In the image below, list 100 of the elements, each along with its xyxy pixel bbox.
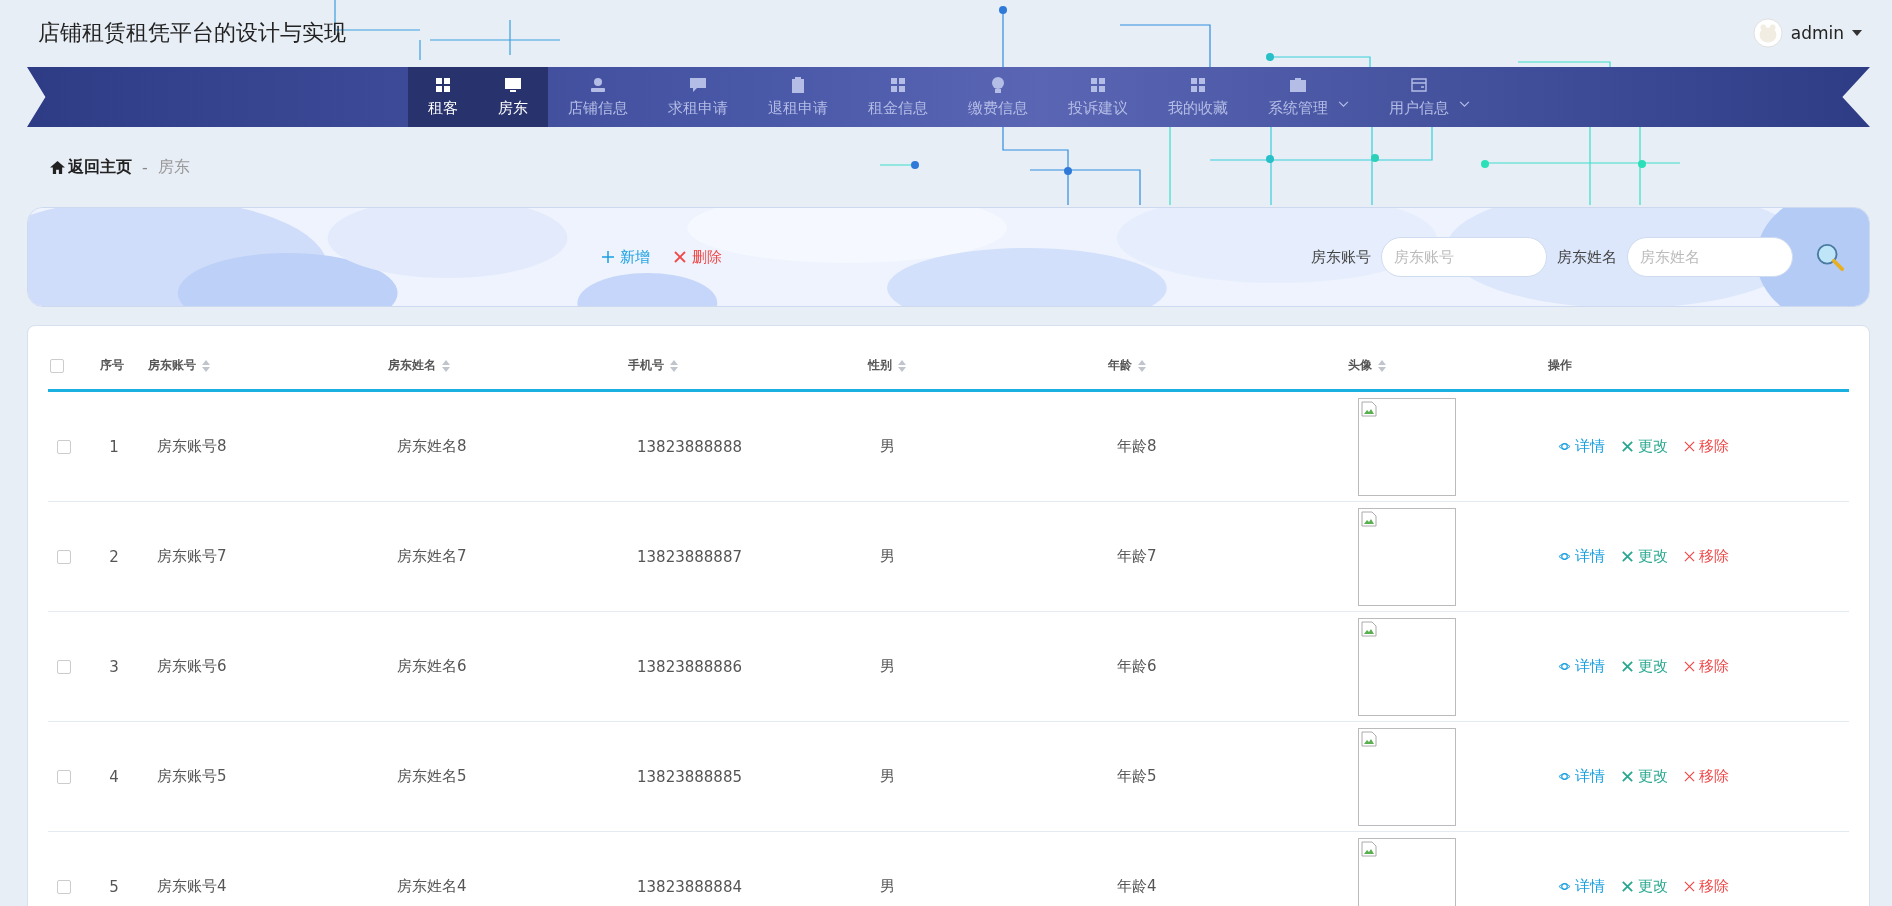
- remove-button[interactable]: 移除: [1684, 657, 1729, 676]
- search-field[interactable]: 房东账号: [1381, 237, 1547, 277]
- search-icon[interactable]: [1815, 242, 1845, 272]
- table-cell-text: 房东账号5: [156, 767, 228, 786]
- edit-button[interactable]: 更改: [1621, 437, 1668, 456]
- grid-icon: [1189, 76, 1206, 93]
- home-link[interactable]: 返回主页: [50, 156, 132, 178]
- lightbulb-icon: [989, 76, 1006, 93]
- table-cell-text: 男: [879, 767, 896, 786]
- table-cell-text: 13823888887: [636, 547, 743, 566]
- table-cell-text: 房东姓名7: [396, 547, 468, 566]
- plus-icon: [602, 251, 614, 263]
- close-icon: [1684, 551, 1695, 562]
- eye-icon: [1558, 660, 1571, 673]
- broken-image-icon: [1361, 840, 1377, 857]
- grid-icon: [434, 76, 451, 93]
- row-checkbox[interactable]: [57, 439, 71, 454]
- broken-image-icon: [1361, 510, 1377, 527]
- home-icon: [50, 160, 65, 174]
- broken-image-icon: [1361, 620, 1377, 637]
- close-icon: [674, 251, 686, 263]
- close-icon: [1684, 661, 1695, 672]
- column-header[interactable]: 性别: [868, 357, 906, 374]
- row-checkbox[interactable]: [57, 879, 71, 894]
- remove-button[interactable]: 移除: [1684, 767, 1729, 786]
- sort-icon[interactable]: [202, 359, 210, 372]
- table-cell-text: 房东账号6: [156, 657, 228, 676]
- table-cell-text: 年龄5: [1116, 767, 1158, 786]
- row-checkbox[interactable]: [57, 549, 71, 564]
- table-cell-text: 房东姓名6: [396, 657, 468, 676]
- column-header[interactable]: 年龄: [1108, 357, 1146, 374]
- column-header[interactable]: 房东账号: [148, 357, 210, 374]
- table-cell-text: 3: [108, 657, 120, 676]
- table-cell-text: 年龄8: [1116, 437, 1158, 456]
- close-icon: [1684, 771, 1695, 782]
- table-cell-text: 2: [108, 547, 120, 566]
- table-cell-text: 男: [879, 547, 896, 566]
- column-header[interactable]: 头像: [1348, 357, 1386, 374]
- nav-item[interactable]: 租金信息: [847, 67, 948, 127]
- nav-item[interactable]: 系统管理: [1247, 67, 1369, 127]
- nav-item[interactable]: 求租申请: [647, 67, 748, 127]
- filter-label: 房东账号: [1311, 247, 1371, 267]
- nav-item[interactable]: 用户信息: [1368, 67, 1490, 127]
- edit-button[interactable]: 更改: [1621, 547, 1668, 566]
- detail-button[interactable]: 详情: [1558, 657, 1605, 676]
- sort-icon[interactable]: [898, 359, 906, 372]
- edit-button[interactable]: 更改: [1621, 877, 1668, 896]
- close-icon: [1684, 881, 1695, 892]
- nav-item[interactable]: 退租申请: [747, 67, 848, 127]
- user-menu[interactable]: admin: [1752, 17, 1862, 48]
- detail-button[interactable]: 详情: [1558, 877, 1605, 896]
- table-cell-text: 4: [108, 767, 120, 786]
- column-header[interactable]: 房东姓名: [388, 357, 450, 374]
- remove-button[interactable]: 移除: [1684, 437, 1729, 456]
- detail-button[interactable]: 详情: [1558, 767, 1605, 786]
- eye-icon: [1558, 550, 1571, 563]
- nav-item[interactable]: 缴费信息: [947, 67, 1048, 127]
- sort-icon[interactable]: [670, 359, 678, 372]
- clipboard-icon: [789, 76, 806, 93]
- close-icon: [1684, 441, 1695, 452]
- nav-item[interactable]: 房东: [477, 67, 548, 127]
- select-all-checkbox[interactable]: [50, 358, 64, 373]
- table-cell-text: 房东姓名4: [396, 877, 468, 896]
- delete-button[interactable]: 删除: [670, 245, 726, 269]
- table-cell-text: 1: [108, 437, 120, 456]
- sort-icon[interactable]: [1138, 359, 1146, 372]
- monitor-icon: [504, 76, 521, 93]
- breadcrumb-separator: -: [142, 157, 148, 177]
- grid-icon: [1089, 76, 1106, 93]
- edit-button[interactable]: 更改: [1621, 767, 1668, 786]
- nav-item[interactable]: 我的收藏: [1147, 67, 1248, 127]
- eye-icon: [1558, 440, 1571, 453]
- table-cell-text: 房东姓名8: [396, 437, 468, 456]
- broken-image-icon: [1361, 400, 1377, 417]
- nav-item[interactable]: 投诉建议: [1047, 67, 1148, 127]
- nav-item[interactable]: 店铺信息: [547, 67, 648, 127]
- chevron-down-icon: [1337, 100, 1349, 108]
- remove-button[interactable]: 移除: [1684, 877, 1729, 896]
- table-cell-text: 男: [879, 437, 896, 456]
- sort-icon[interactable]: [1378, 359, 1386, 372]
- table-cell-text: 年龄7: [1116, 547, 1158, 566]
- sort-icon[interactable]: [442, 359, 450, 372]
- table-cell-text: 房东账号8: [156, 437, 228, 456]
- row-checkbox[interactable]: [57, 659, 71, 674]
- add-button[interactable]: 新增: [598, 245, 654, 269]
- eye-icon: [1558, 880, 1571, 893]
- detail-button[interactable]: 详情: [1558, 547, 1605, 566]
- search-field[interactable]: 房东姓名: [1627, 237, 1793, 277]
- filter-label: 房东姓名: [1557, 247, 1617, 267]
- briefcase-icon: [1289, 76, 1306, 93]
- breadcrumb-current: 房东: [157, 156, 190, 178]
- column-header: 序号: [100, 357, 124, 374]
- eye-icon: [1558, 770, 1571, 783]
- column-header[interactable]: 手机号: [628, 357, 678, 374]
- detail-button[interactable]: 详情: [1558, 437, 1605, 456]
- broken-image-icon: [1361, 730, 1377, 747]
- remove-button[interactable]: 移除: [1684, 547, 1729, 566]
- edit-button[interactable]: 更改: [1621, 657, 1668, 676]
- nav-item[interactable]: 租客: [407, 67, 478, 127]
- row-checkbox[interactable]: [57, 769, 71, 784]
